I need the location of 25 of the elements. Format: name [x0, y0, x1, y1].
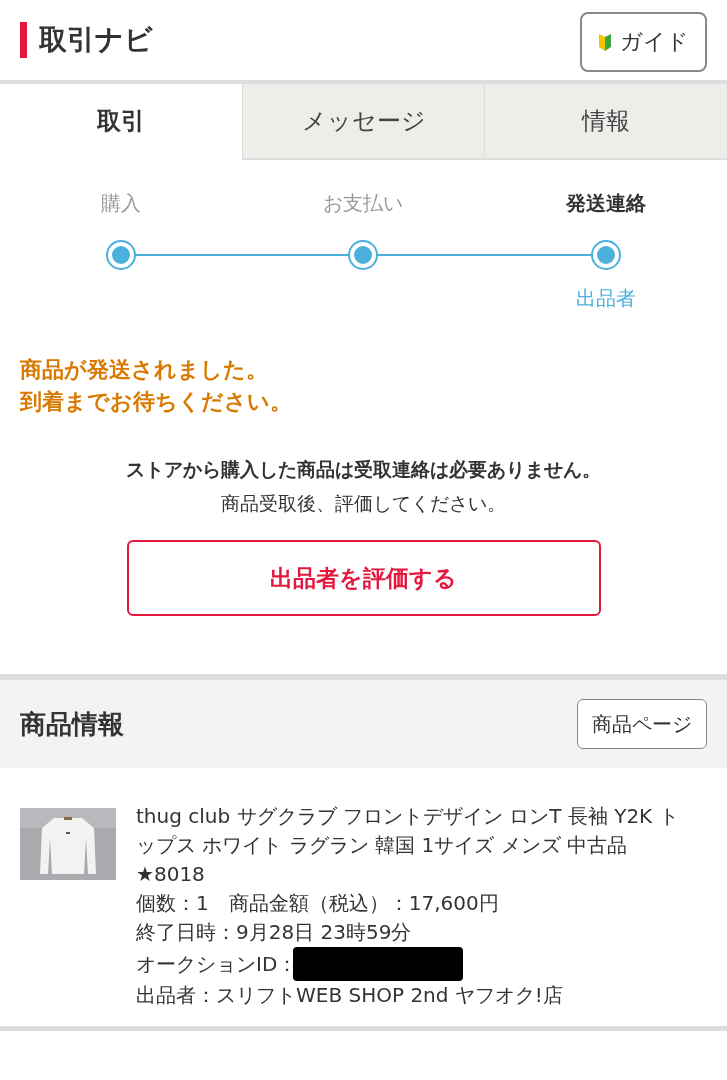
- product-detail: 終了日時：9月28日 23時59分: [136, 919, 413, 946]
- product-page-button[interactable]: 商品ページ: [577, 699, 707, 749]
- title-accent-bar: [20, 22, 27, 58]
- step-label: お支払い: [322, 190, 405, 217]
- rate-seller-button[interactable]: 出品者を評価する: [126, 540, 601, 616]
- page-title: 取引ナビ: [39, 22, 153, 58]
- product-detail: 出品者：スリフトWEB SHOP 2nd ヤフオク!店: [136, 982, 564, 1009]
- product-detail: オークションID：: [136, 950, 298, 978]
- step-dot: [108, 242, 135, 268]
- shipping-notice: 商品が発送されました。: [20, 356, 269, 384]
- tab[interactable]: メッセージ: [241, 84, 485, 160]
- step-dot: [592, 242, 619, 268]
- product-detail: 個数：1 商品金額（税込）：17,600円: [136, 890, 500, 917]
- product-title: thug club サグクラブ フロントデザイン ロンT 長袖 Y2K トップス ホワイト ラグラン 韓国 1サイズ メンズ 中古品 ★8018: [136, 803, 680, 888]
- tab[interactable]: 情報: [484, 84, 727, 160]
- step-label: 購入: [100, 190, 143, 217]
- info-text: ストアから購入した商品は受取連絡は必要ありません。: [125, 457, 602, 482]
- step-dot: [350, 242, 377, 268]
- leaf-icon: [598, 32, 612, 52]
- info-text: 商品受取後、評価してください。: [220, 491, 507, 516]
- step-role-label: 出品者: [575, 286, 636, 310]
- shipping-notice: 到着までお待ちください。: [20, 388, 293, 416]
- step-label: 発送連絡: [564, 190, 647, 217]
- section-title: 商品情報: [20, 707, 124, 741]
- guide-button[interactable]: ガイド: [580, 12, 707, 72]
